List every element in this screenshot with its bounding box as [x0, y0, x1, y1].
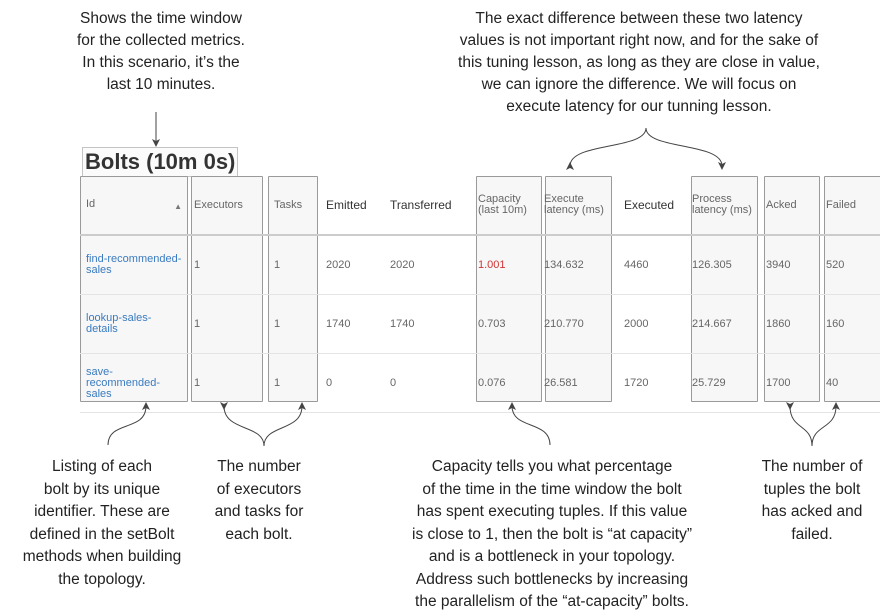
- executors-tasks-callout: The number of executors and tasks for ea…: [214, 458, 304, 543]
- acked-failed-callout: The number of tuples the bolt has acked …: [761, 458, 863, 543]
- latency-brace: [565, 127, 726, 171]
- acked-failed-brace: [785, 401, 840, 447]
- executors-tasks-brace: [219, 401, 306, 447]
- capacity-arrow: [508, 402, 551, 446]
- listing-arrow: [107, 402, 150, 446]
- listing-callout: Listing of each bolt by its unique ident…: [22, 458, 182, 588]
- capacity-callout: Capacity tells you what percentage of th…: [412, 458, 692, 610]
